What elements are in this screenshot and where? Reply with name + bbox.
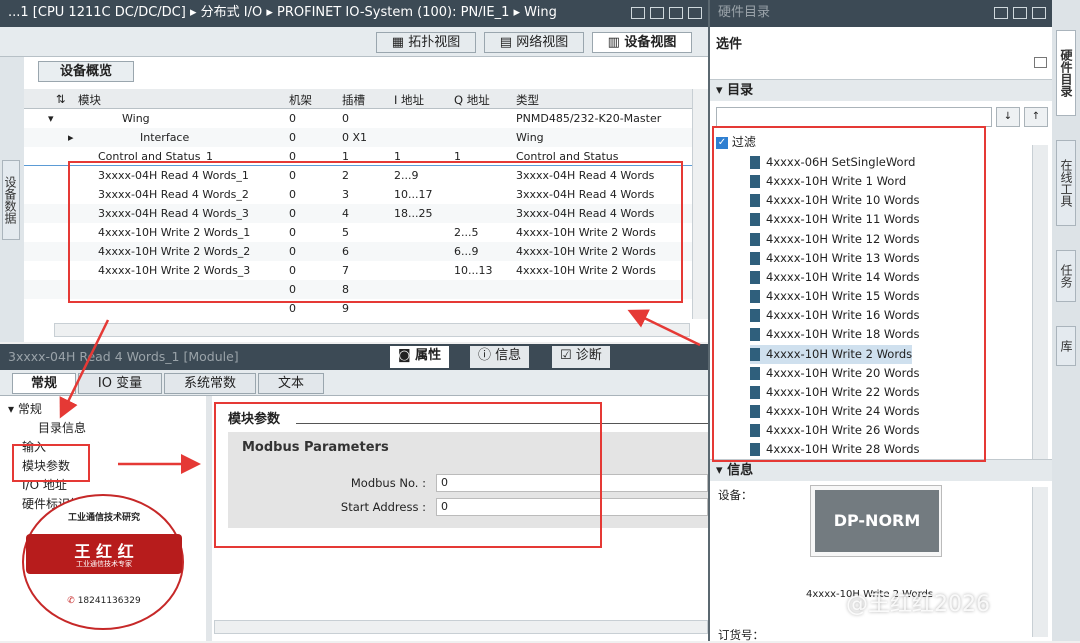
- annotation-arrows: [59, 309, 701, 474]
- arrow-catalog-to-grid: [627, 309, 701, 347]
- watermark: @王红红2026: [846, 592, 990, 617]
- arrow-grid-to-nav: [59, 319, 110, 419]
